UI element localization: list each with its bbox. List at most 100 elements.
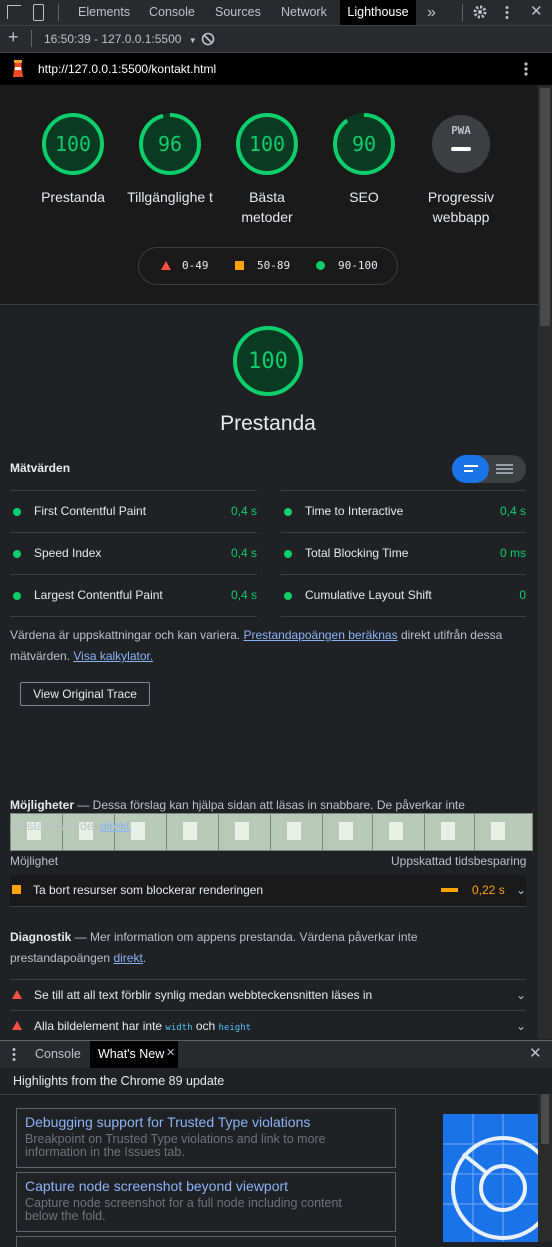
opportunities-desc: — Dessa förslag kan hjälpa sidan att läs… bbox=[74, 798, 465, 812]
opportunity-row[interactable]: Ta bort resurser som blockerar rendering… bbox=[10, 875, 526, 907]
metric-tti: Time to Interactive 0,4 s bbox=[281, 491, 526, 533]
drawer-tab-whats-new[interactable]: What's New ✕ bbox=[90, 1041, 178, 1068]
pass-circle-icon bbox=[13, 508, 21, 516]
diagnostic-row[interactable]: Se till att all text förblir synlig meda… bbox=[10, 979, 526, 1010]
savings-column-header: Uppskattad tidsbesparing bbox=[391, 854, 527, 868]
savings-value: 0,22 s bbox=[472, 883, 505, 897]
opportunities-heading: Möjligheter bbox=[10, 798, 75, 812]
whats-new-panel: Highlights from the Chrome 89 update Deb… bbox=[0, 1068, 552, 1247]
drawer-tab-console[interactable]: Console bbox=[35, 1047, 81, 1061]
feature-desc: Breakpoint on Trusted Type violations an… bbox=[25, 1132, 326, 1159]
pass-circle-icon bbox=[284, 550, 292, 558]
inspect-element-icon[interactable] bbox=[7, 5, 21, 19]
feature-card-trusted-types[interactable]: Debugging support for Trusted Type viola… bbox=[16, 1108, 396, 1168]
device-toolbar-icon[interactable] bbox=[33, 4, 44, 21]
lighthouse-report: 100 Prestanda 96 Tillgänglighe t 100 Bästa me… bbox=[0, 85, 538, 1039]
gauge-score: 100 bbox=[248, 132, 286, 156]
diagnostic-code: width bbox=[165, 1023, 193, 1033]
view-original-trace-button[interactable]: View Original Trace bbox=[20, 682, 150, 706]
scrollbar-thumb[interactable] bbox=[540, 88, 550, 326]
tab-elements[interactable]: Elements bbox=[78, 0, 130, 25]
performance-score: 100 bbox=[248, 349, 288, 374]
gauge-score: 90 bbox=[351, 132, 377, 156]
diagnostics-direct-link[interactable]: direkt bbox=[113, 951, 142, 965]
tab-sources[interactable]: Sources bbox=[215, 0, 261, 25]
gauge-label: Bästa metoder bbox=[241, 189, 293, 225]
gauge-label: Prestanda bbox=[41, 189, 105, 205]
pass-circle-icon bbox=[284, 508, 292, 516]
legend-average: 50-89 bbox=[257, 259, 291, 272]
feature-card-node-screenshot[interactable]: Capture node screenshot beyond viewport … bbox=[16, 1172, 396, 1232]
chrome-update-illustration bbox=[443, 1114, 539, 1242]
metric-value: 0,4 s bbox=[230, 546, 257, 560]
list-view-button[interactable] bbox=[452, 455, 489, 483]
feature-title[interactable]: Capture node screenshot beyond viewport bbox=[25, 1178, 288, 1194]
metric-label: Largest Contentful Paint bbox=[34, 588, 163, 602]
savings-bar bbox=[441, 888, 458, 892]
diagnostic-code: height bbox=[218, 1023, 252, 1033]
close-drawer-icon[interactable]: ✕ bbox=[529, 1044, 542, 1062]
divider bbox=[462, 4, 463, 21]
calculator-link[interactable]: Visa kalkylator. bbox=[73, 649, 153, 663]
metric-value: 0,4 s bbox=[230, 504, 257, 518]
highlights-title: Highlights from the Chrome 89 update bbox=[13, 1074, 225, 1088]
drawer-tab-bar: Console What's New ✕ ✕ bbox=[0, 1040, 552, 1068]
report-url[interactable]: http://127.0.0.1:5500/kontakt.html bbox=[38, 62, 216, 76]
close-devtools-icon[interactable]: ✕ bbox=[530, 2, 543, 20]
diagnostics-heading: Diagnostik bbox=[10, 930, 72, 944]
metric-label: Cumulative Layout Shift bbox=[305, 588, 432, 602]
diagnostics-section: Diagnostik — Mer information om appens p… bbox=[10, 930, 418, 965]
metrics-note: Värdena är uppskattningar och kan varier… bbox=[10, 625, 526, 667]
kebab-menu-icon[interactable] bbox=[504, 5, 510, 20]
score-calc-link[interactable]: Prestandapoängen beräknas bbox=[243, 628, 397, 642]
chevron-down-icon[interactable]: ⌄ bbox=[516, 883, 526, 897]
pwa-dash-icon bbox=[451, 147, 471, 151]
opportunities-section: Möjligheter — Dessa förslag kan hjälpa s… bbox=[10, 798, 465, 833]
metrics-view-toggle[interactable] bbox=[452, 455, 526, 483]
average-square-icon bbox=[12, 885, 21, 894]
more-tabs-icon[interactable]: » bbox=[427, 0, 436, 25]
metrics-heading: Mätvärden bbox=[10, 461, 71, 475]
tab-network[interactable]: Network bbox=[281, 0, 327, 25]
settings-gear-icon[interactable] bbox=[472, 4, 488, 20]
metric-label: Total Blocking Time bbox=[305, 546, 409, 560]
fail-triangle-icon bbox=[161, 261, 171, 270]
legend-fail: 0-49 bbox=[182, 259, 209, 272]
metric-speed-index: Speed Index 0,4 s bbox=[10, 533, 257, 575]
drawer-menu-icon[interactable] bbox=[11, 1047, 17, 1062]
legend-pass: 90-100 bbox=[338, 259, 378, 272]
metric-lcp: Largest Contentful Paint 0,4 s bbox=[10, 575, 257, 617]
diagnostics-desc: — Mer information om appens prestanda. V… bbox=[71, 930, 418, 944]
drawer-scrollbar[interactable] bbox=[538, 1094, 552, 1242]
scrollbar-thumb[interactable] bbox=[541, 1094, 549, 1144]
note-text: Värdena är uppskattningar och kan varier… bbox=[10, 628, 244, 642]
feature-title[interactable]: Debugging support for Trusted Type viola… bbox=[25, 1114, 310, 1130]
tab-lighthouse[interactable]: Lighthouse bbox=[340, 0, 416, 25]
report-menu-icon[interactable] bbox=[523, 61, 529, 77]
report-scrollbar[interactable] bbox=[538, 85, 552, 1039]
tab-console[interactable]: Console bbox=[149, 0, 195, 25]
clear-icon[interactable] bbox=[201, 32, 215, 46]
pass-circle-icon bbox=[13, 550, 21, 558]
pass-circle-icon bbox=[316, 261, 325, 270]
divider bbox=[58, 4, 59, 21]
report-select-label: 16:50:39 - 127.0.0.1:5500 bbox=[44, 32, 182, 46]
opportunity-column-header: Möjlighet bbox=[10, 854, 59, 868]
close-tab-icon[interactable]: ✕ bbox=[166, 1046, 175, 1059]
divider bbox=[31, 30, 32, 47]
pass-circle-icon bbox=[284, 592, 292, 600]
new-report-icon[interactable]: + bbox=[8, 27, 19, 48]
chevron-down-icon[interactable]: ⌄ bbox=[516, 1019, 526, 1033]
note-text: mätvärden. bbox=[10, 649, 74, 663]
diagnostics-desc: prestandapoängen bbox=[10, 951, 114, 965]
score-legend: 0-49 50-89 90-100 bbox=[138, 247, 398, 285]
metric-label: Time to Interactive bbox=[305, 504, 404, 518]
opportunities-direct-link[interactable]: direkt bbox=[100, 819, 129, 833]
list-icon-line bbox=[464, 470, 473, 472]
diagnostic-row[interactable]: Alla bildelement har inte width och heig… bbox=[10, 1010, 526, 1039]
metric-fcp: First Contentful Paint 0,4 s bbox=[10, 491, 257, 533]
chevron-down-icon[interactable]: ⌄ bbox=[516, 988, 526, 1002]
score-gauge[interactable] bbox=[429, 112, 493, 176]
report-select[interactable]: 16:50:39 - 127.0.0.1:5500 ▼ bbox=[44, 32, 197, 46]
gauge-score: 100 bbox=[54, 132, 92, 156]
